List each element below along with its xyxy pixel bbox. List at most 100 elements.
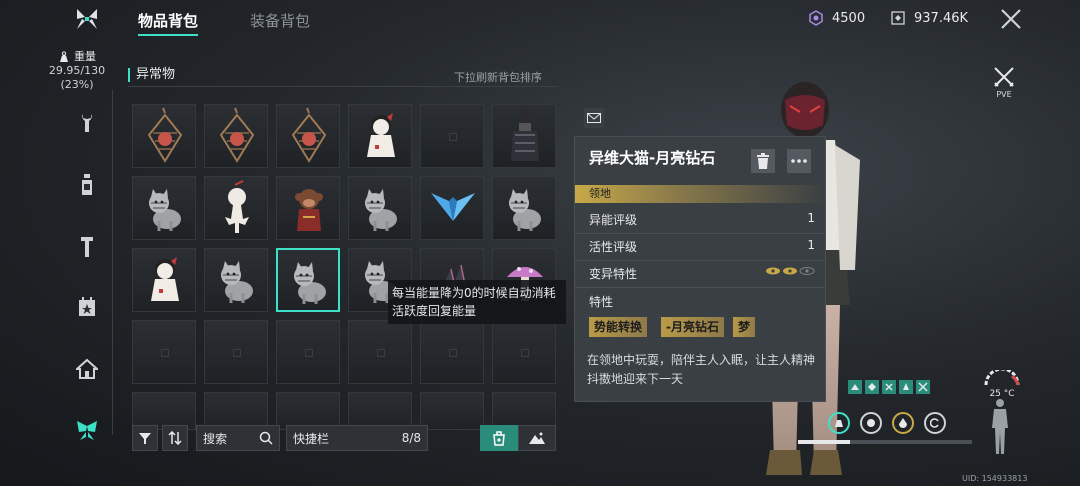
traits-label-row: 特性 [589,293,815,310]
quickbar-label: 快捷栏 [293,431,330,446]
stat-row: 异能评级 1 [589,211,815,228]
water-drop-icon[interactable] [892,412,914,434]
terrain-view-toggle[interactable] [518,425,556,451]
quick-actions [828,412,946,434]
empty-slot-marker [305,349,313,357]
inventory-slot[interactable] [276,104,340,168]
inventory-slot[interactable] [276,248,340,312]
empty-inventory-slot[interactable] [420,392,484,430]
food-icon[interactable] [828,412,850,434]
bag-icon [493,431,505,446]
house-icon[interactable] [74,356,100,382]
inventory-slot[interactable] [348,104,412,168]
head-icon[interactable] [860,412,882,434]
inventory-slot[interactable] [492,104,556,168]
row-divider [575,233,825,234]
tab-item-backpack[interactable]: 物品背包 [138,10,198,31]
gauge-icon [984,367,1020,386]
weight-label: 重量 [74,50,96,63]
body-status-icon[interactable] [988,398,1012,460]
game-logo-icon [74,6,100,32]
inventory-slot[interactable] [348,176,412,240]
coin-currency-value: 937.46K [914,10,969,26]
buff-icon [882,380,896,394]
coin-currency-icon [891,11,905,25]
inventory-slot[interactable] [204,248,268,312]
mountain-icon [529,432,545,444]
inventory-slot[interactable] [204,104,268,168]
sort-button[interactable] [162,425,188,451]
empty-inventory-slot[interactable] [204,320,268,384]
pve-label: PVE [996,90,1012,99]
stat-row: 活性评级 1 [589,238,815,255]
weight-indicator: 重量 29.95/130 (23%) [42,50,112,92]
inventory-slot[interactable] [420,176,484,240]
buff-icon [848,380,862,394]
close-icon[interactable] [998,6,1024,32]
tab-equipment-backpack[interactable]: 装备背包 [250,10,310,31]
bag-view-toggle[interactable] [480,425,518,451]
mutation-eyes-icon [765,265,815,282]
wrench-icon[interactable] [74,110,100,136]
cycle-icon[interactable] [924,412,946,434]
item-description: 在领地中玩耍，陪伴主人入眠，让主人精神抖擞地迎来下一天 [587,353,816,386]
header-divider [128,86,558,87]
stat-label: 异能评级 [589,213,638,227]
filter-button[interactable] [132,425,158,451]
empty-inventory-slot[interactable] [132,320,196,384]
butterfly-icon[interactable] [74,418,100,444]
more-options-button[interactable] [787,149,811,173]
buff-icon [916,380,930,394]
calendar-star-icon[interactable] [74,294,100,320]
search-label: 搜索 [203,431,228,446]
category-title: 异常物 [128,68,175,82]
weight-percent: (23%) [60,78,94,91]
nav-divider [112,90,113,435]
stat-value: 1 [807,238,815,252]
trash-icon [757,153,769,169]
empty-inventory-slot[interactable] [276,320,340,384]
inventory-slot[interactable] [276,176,340,240]
buff-icon [899,380,913,394]
crossed-swords-icon [994,67,1014,87]
empty-slot-marker [449,133,457,141]
empty-inventory-slot[interactable] [420,104,484,168]
item-name: 异维大猫-月亮钻石 [589,149,716,167]
inventory-slot[interactable] [132,104,196,168]
trait-chip[interactable]: 势能转换 [589,317,648,337]
sort-icon [168,431,182,445]
buff-icons [848,380,930,394]
empty-slot-marker [161,349,169,357]
active-tab-indicator [138,34,198,36]
stat-value: 1 [807,211,815,225]
quickbar-button[interactable]: 快捷栏 8/8 [286,425,428,451]
buff-icon [865,380,879,394]
stat-label: 活性评级 [589,240,638,254]
delete-button[interactable] [751,149,775,173]
quickbar-count: 8/8 [401,431,421,445]
empty-inventory-slot[interactable] [492,320,556,384]
stat-row: 变异特性 [589,265,815,282]
inventory-slot[interactable] [132,248,196,312]
pve-mode-button[interactable]: PVE [990,66,1018,99]
bottle-icon[interactable] [74,172,100,198]
search-icon [259,431,273,445]
empty-slot-marker [521,349,529,357]
empty-slot-marker [377,349,385,357]
tool-icon[interactable] [74,234,100,260]
mail-icon[interactable] [584,108,604,128]
search-input[interactable]: 搜索 [196,425,280,451]
empty-inventory-slot[interactable] [420,320,484,384]
crystal-currency: 4500 [808,10,865,26]
inventory-slot[interactable] [492,176,556,240]
empty-inventory-slot[interactable] [348,320,412,384]
weight-icon [60,51,68,62]
trait-chip[interactable]: 梦 [733,317,756,337]
row-divider [575,260,825,261]
item-detail-panel: 异维大猫-月亮钻石 领地 异能评级 1 活性评级 1 变异特性 特性 势能转换 … [574,136,826,402]
inventory-slot[interactable] [204,176,268,240]
inventory-slot[interactable] [132,176,196,240]
trait-chip[interactable]: -月亮钻石 [661,317,724,337]
item-category-tag: 领地 [575,185,825,203]
user-id: UID: 154933813 [962,474,1028,483]
